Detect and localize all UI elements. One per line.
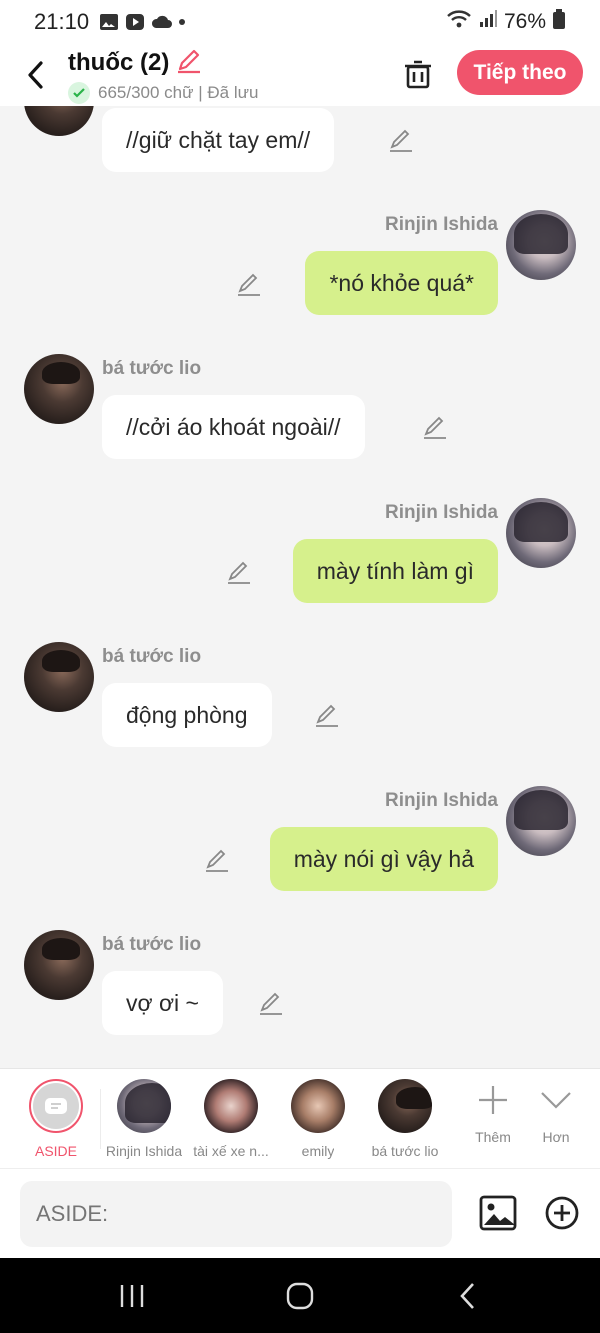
- character-name: bá tước lio: [371, 1143, 439, 1159]
- less-button[interactable]: Hơn: [511, 1083, 600, 1145]
- system-nav-bar: [0, 1258, 600, 1333]
- edit-message-icon[interactable]: [258, 990, 284, 1016]
- message-bubble[interactable]: //cởi áo khoát ngoài//: [102, 395, 365, 459]
- plus-circle-icon: [545, 1196, 579, 1230]
- sender-name: bá tước lio: [102, 358, 202, 379]
- status-right: 76%: [446, 8, 566, 36]
- word-count-status: 665/300 chữ | Đã lưu: [98, 82, 259, 102]
- avatar-ba-tuoc-lio[interactable]: [24, 354, 94, 424]
- home-button[interactable]: [280, 1276, 320, 1316]
- battery-text: 76%: [503, 10, 546, 33]
- character-aside[interactable]: ASIDE: [11, 1079, 101, 1159]
- edit-message-icon[interactable]: [236, 271, 262, 297]
- image-button[interactable]: [478, 1193, 518, 1233]
- chevron-left-icon: [460, 1283, 474, 1309]
- more-label: Thêm: [475, 1129, 511, 1145]
- character-rinjin-ishida[interactable]: Rinjin Ishida: [99, 1079, 189, 1159]
- message-icon: [45, 1098, 67, 1114]
- back-nav-button[interactable]: [448, 1276, 488, 1316]
- chevron-down-icon: [541, 1092, 571, 1109]
- edit-message-icon[interactable]: [422, 414, 448, 440]
- page-title: thuốc (2): [68, 49, 170, 76]
- character-emily[interactable]: emily: [273, 1079, 363, 1159]
- saved-check-icon: [68, 81, 90, 104]
- character-bar: ASIDE Rinjin Ishida tài xế xe n... emily…: [0, 1068, 600, 1168]
- avatar: [117, 1079, 171, 1133]
- character-ba-tuoc-lio[interactable]: bá tước lio: [360, 1079, 450, 1159]
- input-area: [0, 1168, 600, 1258]
- avatar: [378, 1079, 432, 1133]
- avatar-ba-tuoc-lio[interactable]: [24, 642, 94, 712]
- edit-message-icon[interactable]: [388, 127, 414, 153]
- dot-icon: [177, 12, 197, 32]
- avatar: [204, 1079, 258, 1133]
- edit-message-icon[interactable]: [204, 847, 230, 873]
- status-time: 21:10: [34, 9, 90, 34]
- character-name: ASIDE: [34, 1143, 77, 1159]
- less-label: Hơn: [542, 1129, 570, 1145]
- recent-apps-button[interactable]: [112, 1276, 152, 1316]
- plus-icon: [479, 1086, 507, 1114]
- message-bubble[interactable]: *nó khỏe quá*: [305, 251, 498, 315]
- status-bar: 21:10 76%: [0, 0, 600, 44]
- sender-name: bá tước lio: [102, 646, 202, 667]
- message-bubble[interactable]: vợ ơi ~: [102, 971, 223, 1035]
- battery-icon: [552, 8, 566, 36]
- gallery-icon: [99, 12, 119, 32]
- signal-icon: [478, 9, 498, 35]
- aside-avatar: [29, 1079, 83, 1133]
- home-icon: [286, 1282, 314, 1310]
- message-bubble[interactable]: mày tính làm gì: [292, 539, 498, 603]
- image-icon: [479, 1195, 517, 1231]
- avatar-ba-tuoc-lio[interactable]: [24, 930, 94, 1000]
- header: thuốc (2) 665/300 chữ | Đã lưu Tiếp theo: [0, 44, 600, 106]
- chevron-left-icon: [28, 61, 43, 89]
- sender-name: Rinjin Ishida: [385, 502, 498, 523]
- cloud-icon: [151, 12, 173, 32]
- avatar-rinjin-ishida[interactable]: [506, 498, 576, 568]
- character-name: Rinjin Ishida: [105, 1143, 183, 1159]
- message-bubble[interactable]: //giữ chặt tay em//: [102, 108, 335, 172]
- character-name: tài xế xe n...: [193, 1143, 269, 1159]
- sender-name: bá tước lio: [102, 934, 202, 955]
- delete-button[interactable]: [396, 52, 440, 96]
- message-input[interactable]: [20, 1181, 452, 1247]
- avatar-rinjin-ishida[interactable]: [506, 786, 576, 856]
- youtube-icon: [125, 12, 145, 32]
- message-bubble[interactable]: động phòng: [102, 683, 272, 747]
- avatar-rinjin-ishida[interactable]: [506, 210, 576, 280]
- trash-icon: [405, 60, 431, 89]
- sender-name: Rinjin Ishida: [385, 214, 498, 235]
- add-button[interactable]: [542, 1193, 582, 1233]
- edit-title-icon[interactable]: [175, 47, 203, 80]
- back-button[interactable]: [14, 53, 58, 97]
- edit-message-icon[interactable]: [226, 559, 252, 585]
- character-tai-xe[interactable]: tài xế xe n...: [186, 1079, 276, 1159]
- avatar-ba-tuoc-lio[interactable]: [24, 106, 94, 136]
- sender-name: Rinjin Ishida: [385, 790, 498, 811]
- recent-apps-icon: [120, 1285, 144, 1307]
- edit-message-icon[interactable]: [314, 702, 340, 728]
- character-name: emily: [301, 1143, 335, 1159]
- next-button[interactable]: Tiếp theo: [457, 50, 583, 95]
- title-block: thuốc (2) 665/300 chữ | Đã lưu: [68, 47, 258, 104]
- chat-area[interactable]: //giữ chặt tay em// Rinjin Ishida *nó kh…: [0, 106, 600, 1068]
- wifi-icon: [446, 9, 472, 35]
- avatar: [291, 1079, 345, 1133]
- message-bubble[interactable]: mày nói gì vậy hả: [269, 827, 498, 891]
